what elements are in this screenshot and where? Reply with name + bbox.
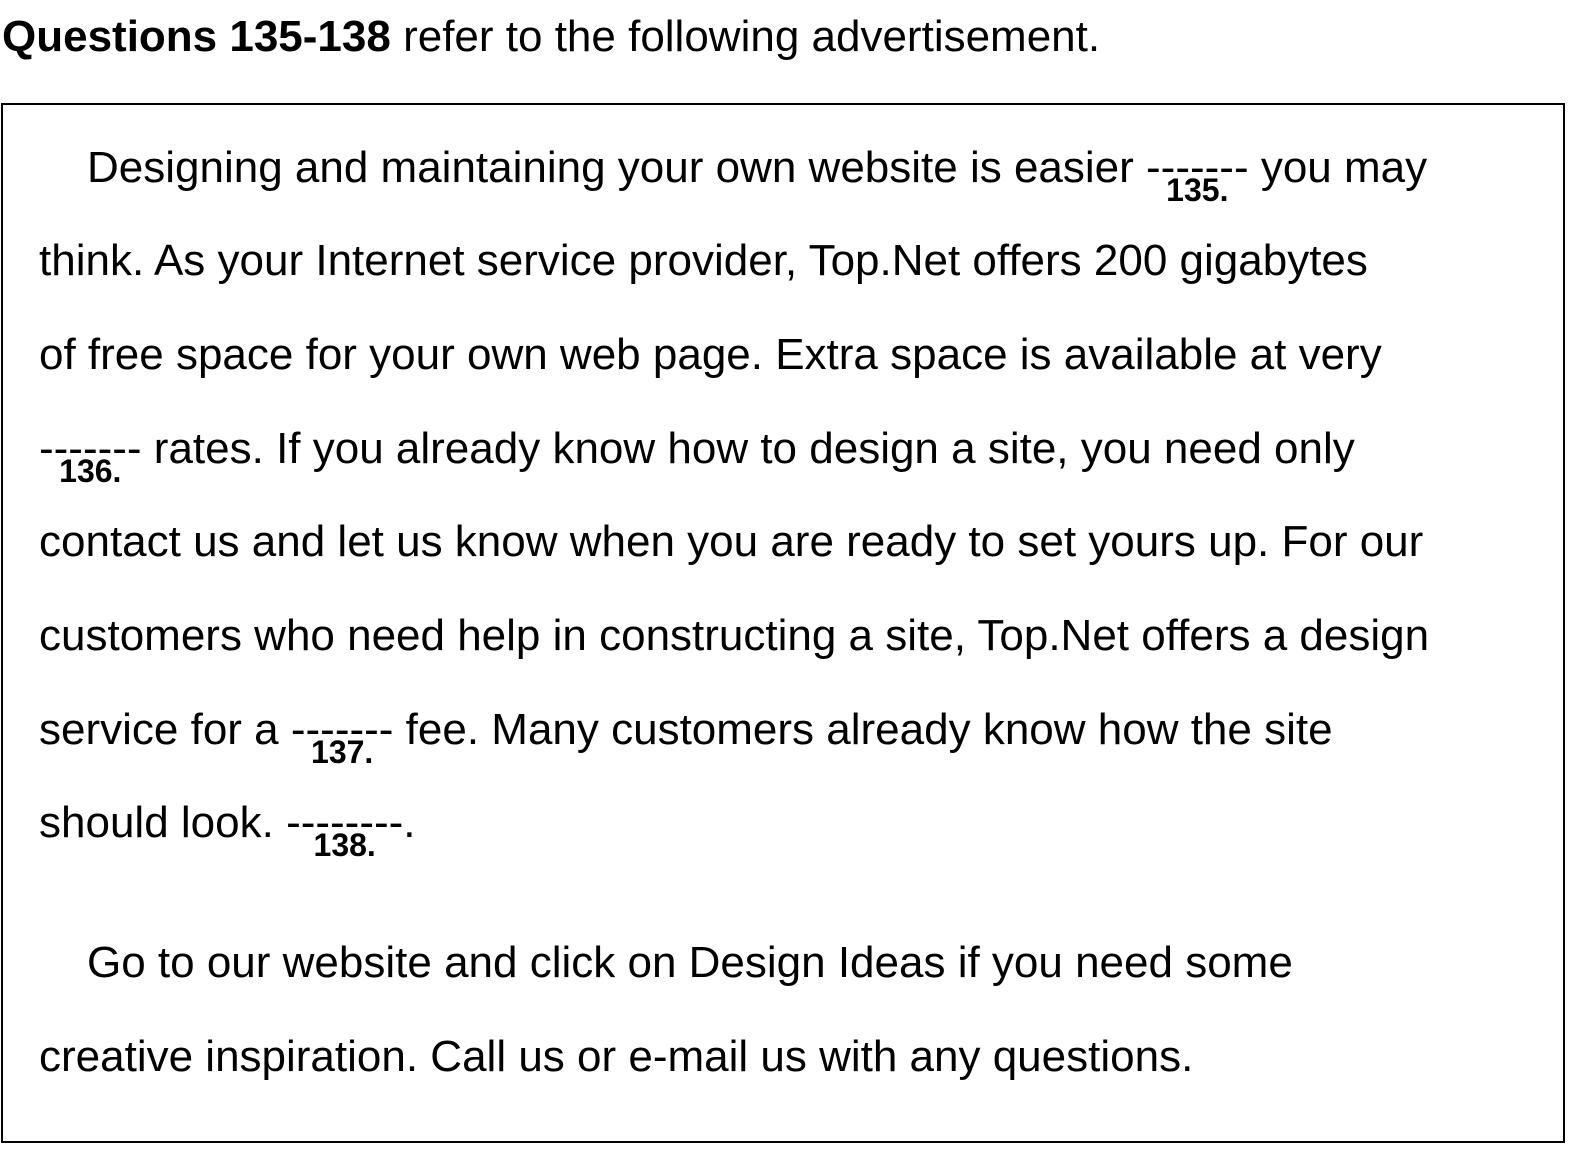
questions-heading: Questions 135-138 refer to the following… xyxy=(2,12,1100,62)
blank-137: ------- 137. xyxy=(291,705,394,769)
ad-line-2: think. As your Internet service provider… xyxy=(39,236,1368,285)
ad-line-5: contact us and let us know when you are … xyxy=(39,517,1424,566)
ad-line-10: creative inspiration. Call us or e-mail … xyxy=(39,1032,1194,1081)
question-number-135: 135. xyxy=(1166,172,1229,208)
ad-line-3: of free space for your own web page. Ext… xyxy=(39,330,1382,379)
ad-line-9: Go to our website and click on Design Id… xyxy=(87,938,1293,987)
question-number-138: 138. xyxy=(313,827,376,863)
ad-line-4: ------- 136. rates. If you already know h… xyxy=(39,424,1355,488)
blank-136: ------- 136. xyxy=(39,424,142,488)
questions-range: Questions 135-138 xyxy=(2,12,391,61)
heading-instruction: refer to the following advertisement. xyxy=(390,12,1101,61)
blank-138: -------- 138. xyxy=(286,798,403,862)
question-number-137: 137. xyxy=(311,734,374,770)
ad-text: rates. If you already know how to design… xyxy=(141,424,1355,473)
question-number-136: 136. xyxy=(59,453,122,489)
ad-text: . xyxy=(403,798,416,847)
ad-line-7: service for a ------- 137. fee. Many cust… xyxy=(39,705,1333,769)
ad-text: service for a xyxy=(39,705,291,754)
ad-line-8: should look. -------- 138.. xyxy=(39,798,416,862)
ad-text: Designing and maintaining your own websi… xyxy=(87,143,1147,192)
ad-text: fee. Many customers already know how the… xyxy=(393,705,1333,754)
ad-text: you may xyxy=(1248,143,1428,192)
ad-text: should look. xyxy=(39,798,287,847)
advertisement-box: Designing and maintaining your own websi… xyxy=(1,103,1565,1143)
blank-135: ------- 135. xyxy=(1146,143,1249,207)
ad-line-6: customers who need help in constructing … xyxy=(39,611,1430,660)
ad-line-1: Designing and maintaining your own websi… xyxy=(87,143,1428,207)
